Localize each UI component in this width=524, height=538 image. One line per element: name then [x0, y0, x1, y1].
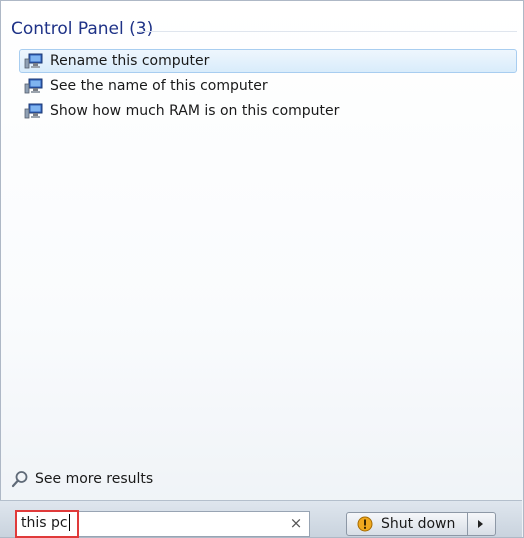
control-panel-system-icon: [24, 78, 43, 94]
section-divider: [139, 31, 517, 32]
result-item-show-ram[interactable]: Show how much RAM is on this computer: [19, 99, 517, 123]
result-item-rename-computer[interactable]: Rename this computer: [19, 49, 517, 73]
see-more-results-link[interactable]: See more results: [11, 470, 153, 488]
magnifier-icon: [11, 471, 28, 488]
search-highlight-box: [15, 510, 79, 538]
control-panel-system-icon: [24, 53, 43, 69]
right-arrow-icon: [478, 520, 483, 528]
clear-search-icon[interactable]: ×: [288, 514, 304, 532]
uac-shield-icon: [357, 516, 373, 532]
result-item-see-computer-name[interactable]: See the name of this computer: [19, 74, 517, 98]
control-panel-system-icon: [24, 103, 43, 119]
section-header-control-panel[interactable]: Control Panel (3): [11, 19, 153, 39]
see-more-label: See more results: [35, 471, 154, 487]
shut-down-button[interactable]: Shut down: [346, 512, 468, 536]
start-menu-search-panel: Control Panel (3) Rename this computer S…: [0, 0, 524, 538]
results-list: Rename this computer See the name of thi…: [19, 49, 517, 124]
result-label: Show how much RAM is on this computer: [50, 103, 340, 119]
shut-down-options-button[interactable]: [468, 512, 496, 536]
result-label: Rename this computer: [50, 53, 210, 69]
result-label: See the name of this computer: [50, 78, 268, 94]
shut-down-label: Shut down: [381, 516, 456, 532]
